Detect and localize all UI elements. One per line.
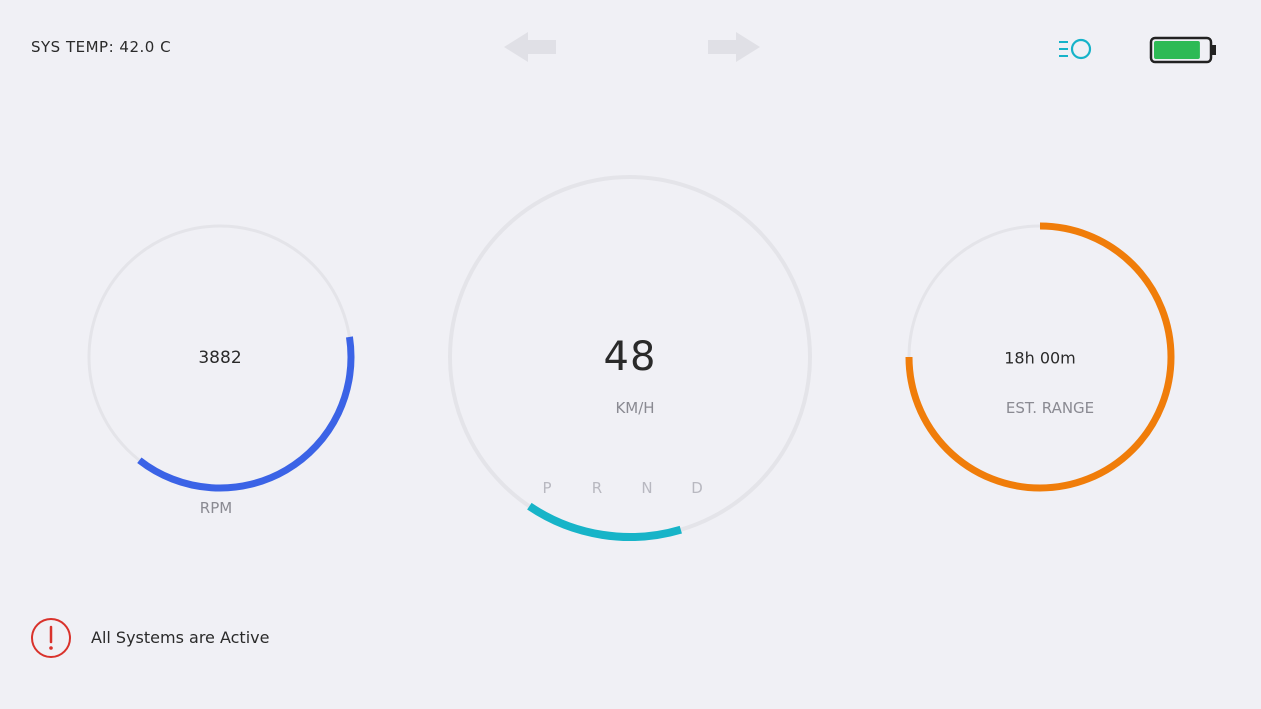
gear-n[interactable]: N [641, 479, 652, 497]
gear-r[interactable]: R [592, 479, 602, 497]
range-label: EST. RANGE [1005, 399, 1095, 417]
gear-d[interactable]: D [691, 479, 703, 497]
status-message: All Systems are Active [91, 628, 270, 647]
speed-gauge-arc [527, 502, 682, 541]
range-value: 18h 00m [1004, 348, 1076, 368]
speed-value: 48 [603, 334, 657, 380]
dashboard: SYS TEMP: 42.0 C 3882 RPM 48 KM/H P R N … [0, 0, 1261, 709]
speed-unit-label: KM/H [615, 399, 655, 417]
gear-p[interactable]: P [542, 479, 551, 497]
alert-icon [31, 618, 71, 658]
rpm-gauge-arc [137, 336, 355, 492]
rpm-label: RPM [199, 499, 233, 517]
rpm-value: 3882 [198, 348, 242, 368]
